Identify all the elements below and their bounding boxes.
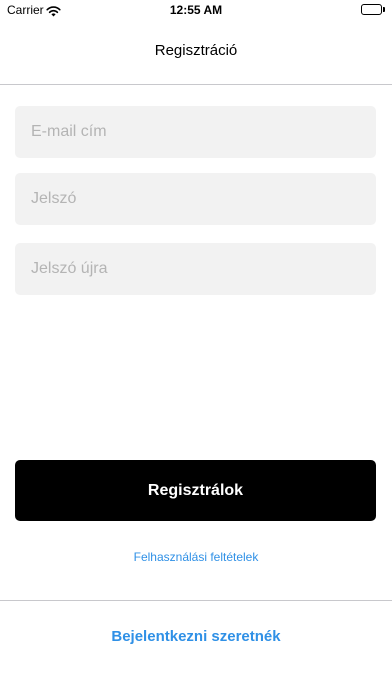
login-link[interactable]: Bejelentkezni szeretnék (0, 628, 392, 645)
navigation-bar: Regisztráció (0, 22, 392, 85)
password-field[interactable] (15, 173, 376, 225)
page-title: Regisztráció (154, 42, 238, 59)
divider (0, 600, 392, 601)
terms-link[interactable]: Felhasználási feltételek (0, 550, 392, 564)
register-button[interactable]: Regisztrálok (15, 460, 376, 521)
registration-screen: Carrier 12:55 AM Regisztráció Regisztrál… (0, 0, 392, 696)
email-field[interactable] (15, 106, 376, 158)
clock: 12:55 AM (169, 3, 223, 17)
status-bar: Carrier 12:55 AM (0, 0, 392, 22)
password-confirm-field[interactable] (15, 243, 376, 295)
battery-icon (361, 4, 385, 15)
